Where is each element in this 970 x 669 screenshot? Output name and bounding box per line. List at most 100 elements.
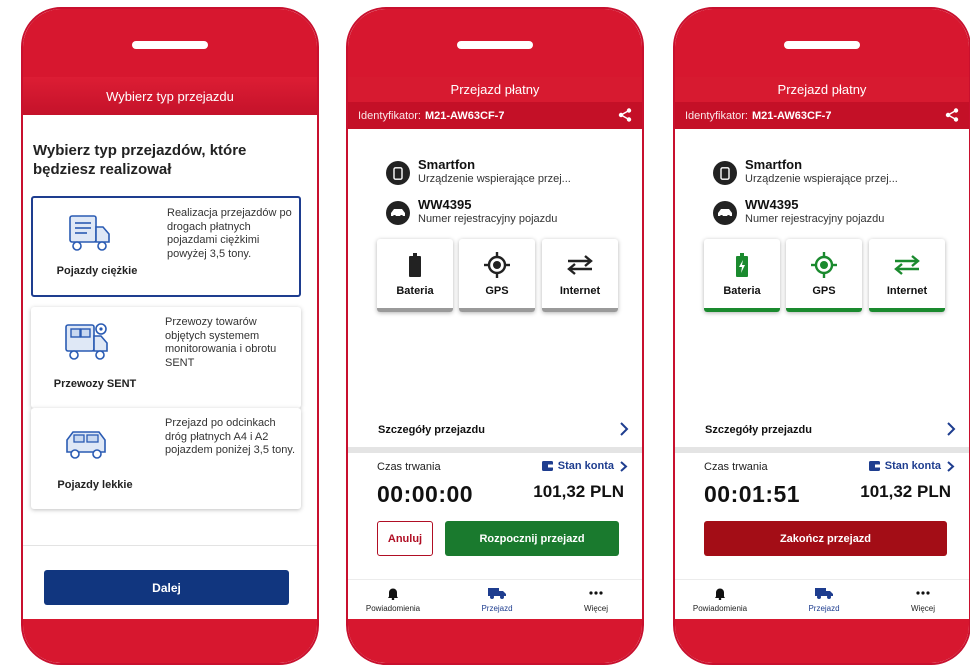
phone-bottom-bezel bbox=[23, 619, 317, 663]
status-internet[interactable]: Internet bbox=[542, 239, 618, 312]
phone-screen-trip-idle: Przejazd płatny Identyfikator: M21-AW63C… bbox=[346, 7, 644, 665]
smartphone-icon bbox=[386, 161, 410, 185]
more-dots-icon bbox=[916, 591, 930, 595]
tab-label: Powiadomienia bbox=[692, 604, 748, 613]
wallet-icon bbox=[541, 461, 553, 471]
bottom-tab-bar: Powiadomienia Przejazd Więcej bbox=[348, 579, 642, 619]
phone-bottom-bezel bbox=[675, 619, 969, 663]
phone-screen-trip-active: Przejazd płatny Identyfikator: M21-AW63C… bbox=[673, 7, 970, 665]
tab-label: Więcej bbox=[583, 604, 608, 613]
phone-top-bezel bbox=[23, 9, 317, 77]
identifier-bar: Identyfikator: M21-AW63CF-7 bbox=[348, 102, 642, 129]
bell-icon bbox=[715, 588, 725, 600]
plate-subtitle: Numer rejestracyjny pojazdu bbox=[745, 213, 885, 225]
tab-label: Więcej bbox=[910, 604, 935, 613]
section-divider bbox=[348, 447, 642, 453]
status-indicator-bar bbox=[704, 308, 780, 312]
tab-more[interactable]: Więcej bbox=[551, 584, 641, 618]
status-label: Internet bbox=[559, 285, 601, 297]
identifier-value: M21-AW63CF-7 bbox=[424, 109, 505, 122]
share-icon[interactable] bbox=[618, 108, 632, 122]
page-title: Przejazd płatny bbox=[675, 77, 969, 102]
light-vehicle-icon bbox=[66, 431, 106, 459]
trip-details-row[interactable]: Szczegóły przejazdu bbox=[348, 412, 642, 447]
trip-timer: 00:01:51 bbox=[704, 481, 801, 507]
tab-notifications[interactable]: Powiadomienia bbox=[675, 584, 765, 618]
chevron-right-icon bbox=[947, 460, 955, 472]
chevron-right-icon bbox=[620, 422, 629, 436]
screen: Przejazd płatny Identyfikator: M21-AW63C… bbox=[348, 77, 642, 619]
trip-type-card-sent[interactable]: Przewozy SENT Przewozy towarów objętych … bbox=[31, 307, 301, 408]
trip-type-card-light[interactable]: Pojazdy lekkie Przejazd po odcinkach dró… bbox=[31, 408, 301, 509]
battery-charging-icon bbox=[736, 253, 748, 277]
trip-details-row[interactable]: Szczegóły przejazdu bbox=[675, 412, 969, 447]
phone-bottom-bezel bbox=[348, 619, 642, 663]
screen: Wybierz typ przejazdu Wybierz typ przeja… bbox=[23, 77, 317, 619]
bottom-tab-bar: Powiadomienia Przejazd Więcej bbox=[675, 579, 969, 619]
car-icon bbox=[386, 201, 410, 225]
status-indicator-bar bbox=[377, 308, 453, 312]
status-battery[interactable]: Bateria bbox=[377, 239, 453, 312]
tab-more[interactable]: Więcej bbox=[878, 584, 968, 618]
balance-amount: 101,32 PLN bbox=[533, 482, 624, 501]
status-gps[interactable]: GPS bbox=[786, 239, 862, 312]
status-indicator-bar bbox=[786, 308, 862, 312]
device-title: Smartfon bbox=[745, 157, 803, 172]
account-label: Stan konta bbox=[557, 460, 614, 472]
card-name: Pojazdy lekkie bbox=[57, 479, 133, 491]
tab-trip[interactable]: Przejazd bbox=[452, 584, 542, 618]
account-balance-link[interactable]: Stan konta bbox=[541, 460, 628, 472]
device-subtitle: Urządzenie wspierające przej... bbox=[418, 173, 571, 185]
section-divider bbox=[675, 447, 969, 453]
start-trip-button[interactable]: Rozpocznij przejazd bbox=[445, 521, 619, 556]
status-internet[interactable]: Internet bbox=[869, 239, 945, 312]
phone-top-bezel bbox=[675, 9, 969, 77]
sent-truck-icon bbox=[65, 323, 108, 360]
speaker-slot bbox=[784, 41, 860, 49]
status-label: Internet bbox=[886, 285, 928, 297]
status-gps[interactable]: GPS bbox=[459, 239, 535, 312]
status-indicator-bar bbox=[459, 308, 535, 312]
status-battery[interactable]: Bateria bbox=[704, 239, 780, 312]
account-label: Stan konta bbox=[884, 460, 941, 472]
card-description: Realizacja przejazdów po drogach płatnyc… bbox=[167, 207, 292, 260]
smartphone-icon bbox=[713, 161, 737, 185]
card-name: Pojazdy ciężkie bbox=[56, 265, 138, 277]
device-subtitle: Urządzenie wspierające przej... bbox=[745, 173, 898, 185]
duration-label: Czas trwania bbox=[377, 461, 441, 473]
next-button[interactable]: Dalej bbox=[44, 570, 289, 605]
battery-icon bbox=[409, 253, 421, 277]
phone-screen-trip-type: Wybierz typ przejazdu Wybierz typ przeja… bbox=[21, 7, 319, 665]
truck-icon bbox=[488, 588, 506, 599]
speaker-slot bbox=[457, 41, 533, 49]
status-label: Bateria bbox=[723, 285, 761, 297]
swap-arrows-icon bbox=[894, 255, 920, 275]
truck-icon bbox=[815, 588, 833, 599]
plate-subtitle: Numer rejestracyjny pojazdu bbox=[418, 213, 558, 225]
tab-notifications[interactable]: Powiadomienia bbox=[348, 584, 438, 618]
trip-type-card-heavy[interactable]: Pojazdy ciężkie Realizacja przejazdów po… bbox=[31, 196, 301, 297]
tab-label: Powiadomienia bbox=[365, 604, 421, 613]
account-balance-link[interactable]: Stan konta bbox=[868, 460, 955, 472]
tab-label: Przejazd bbox=[808, 604, 840, 613]
plate-number: WW4395 bbox=[745, 197, 799, 212]
status-indicator-bar bbox=[869, 308, 945, 312]
phone-top-bezel bbox=[348, 9, 642, 77]
identifier-bar: Identyfikator: M21-AW63CF-7 bbox=[675, 102, 969, 129]
page-title: Przejazd płatny bbox=[348, 77, 642, 102]
swap-arrows-icon bbox=[567, 255, 593, 275]
identifier-value: M21-AW63CF-7 bbox=[751, 109, 832, 122]
tab-trip[interactable]: Przejazd bbox=[779, 584, 869, 618]
trip-timer: 00:00:00 bbox=[377, 481, 474, 507]
card-name: Przewozy SENT bbox=[53, 378, 137, 390]
chevron-right-icon bbox=[947, 422, 956, 436]
speaker-slot bbox=[132, 41, 208, 49]
tab-label: Przejazd bbox=[481, 604, 513, 613]
status-label: GPS bbox=[812, 285, 836, 297]
divider bbox=[23, 545, 317, 546]
end-trip-button[interactable]: Zakończ przejazd bbox=[704, 521, 947, 556]
cancel-button[interactable]: Anuluj bbox=[377, 521, 433, 556]
details-label: Szczegóły przejazdu bbox=[705, 423, 812, 436]
share-icon[interactable] bbox=[945, 108, 959, 122]
identifier-label: Identyfikator: bbox=[358, 109, 421, 122]
